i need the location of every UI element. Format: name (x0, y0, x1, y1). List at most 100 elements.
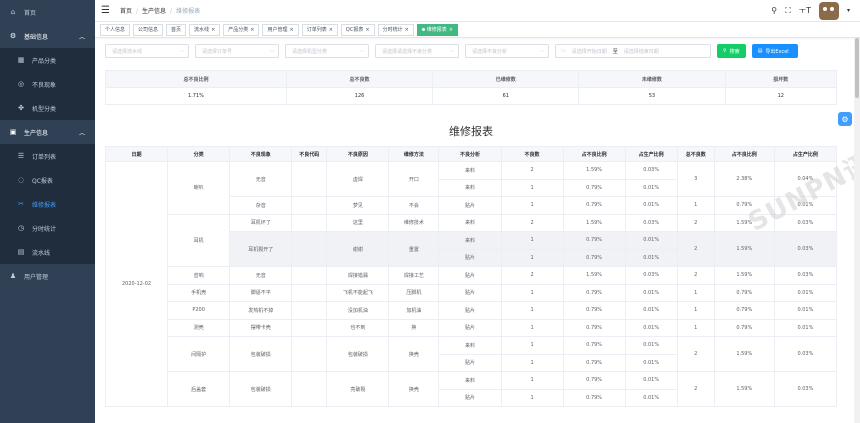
table-cell: 0.79% (562, 371, 626, 390)
line-select[interactable]: 请选择流水线 ⌵ (105, 44, 189, 58)
active-dot-icon (421, 28, 425, 31)
close-icon[interactable]: × (211, 27, 215, 33)
table-cell: 无音 (229, 161, 293, 197)
close-icon[interactable]: × (449, 27, 453, 33)
sidebar-item-production[interactable]: ▣ 生产信息 ︿ (0, 120, 95, 144)
tab-7[interactable]: QC报表 × (340, 23, 375, 36)
table-cell (291, 301, 328, 320)
defect-category-select[interactable]: 请选择请选择不良分类 ⌵ (375, 44, 459, 58)
settings-float-button[interactable]: ⚙ (838, 112, 852, 126)
circle-icon: ◎ (17, 80, 25, 88)
summary-value-cell: 126 (285, 87, 434, 105)
sidebar-item-product-category[interactable]: ▦ 产品分类 (0, 48, 95, 72)
close-icon[interactable]: × (250, 27, 254, 33)
avatar[interactable] (818, 1, 839, 20)
chevron-down-icon: ⌵ (450, 48, 454, 54)
table-cell: 0.03% (624, 213, 678, 232)
search-button[interactable]: ⚲ 搜索 (717, 44, 746, 58)
table-cell: 0.01% (624, 283, 678, 302)
tab-5[interactable]: 用户管理 × (262, 23, 299, 36)
sidebar-item-home[interactable]: ⌂ 首页 (0, 0, 95, 24)
sidebar-item-assembly-line[interactable]: ▤ 流水线 (0, 240, 95, 264)
column-header: 总不良数 (676, 146, 715, 162)
home-icon: ⌂ (10, 8, 16, 16)
table-cell: 贴片 (438, 353, 502, 372)
sidebar-item-basic[interactable]: ⚙ 基础信息 ︿ (0, 24, 95, 48)
summary-header-row: 总不良比例 总不良数 已维修数 未维修数 损坏数 (105, 70, 838, 88)
sidebar-item-orders[interactable]: ☰ 订单列表 (0, 144, 95, 168)
table-cell: 贴片 (438, 388, 502, 407)
table-cell: 1.59% (562, 266, 626, 285)
tab-6[interactable]: 订单列表 × (301, 23, 338, 36)
summary-value-cell: 61 (432, 87, 580, 105)
tab-0[interactable]: 个人信息 (100, 23, 131, 36)
column-header: 占不良比例 (713, 146, 775, 162)
table-cell: 1 (500, 388, 564, 407)
table-cell: 耳机坏了 (229, 213, 293, 232)
breadcrumb-home[interactable]: 首页 (120, 8, 132, 15)
sidebar-item-label: 不良现象 (32, 81, 57, 89)
sidebar: ⌂ 首页 ⚙ 基础信息 ︿ ▦ 产品分类 ◎ 不良现象 ✤ 机型分类 ▣ 生产信… (0, 0, 95, 423)
defect-analysis-select[interactable]: 请选择不良分析 ⌵ (465, 44, 549, 58)
table-cell (291, 266, 328, 285)
navbar-right: ⚲ ⛶ ㅜT ▾ (771, 1, 860, 20)
sidebar-item-user-management[interactable]: ♟ 用户管理 (0, 264, 95, 288)
tags-view: 个人信息 公司信息 首页 流水线 × 产品分类 × 用户管理 × 订单列表 × QC报表 × 分时统计 × 维… (95, 22, 860, 38)
close-icon[interactable]: × (365, 27, 369, 33)
table-cell: 飞机不能起飞 (326, 283, 390, 302)
close-icon[interactable]: × (290, 27, 294, 33)
table-cell (291, 283, 328, 302)
scrollbar-thumb[interactable] (855, 38, 859, 98)
date-range-picker[interactable]: ▭ 请选择开始日期 至 请选择结束日期 (555, 44, 711, 58)
summary-header-cell: 损坏数 (724, 70, 838, 88)
tab-label: 分时统计 (382, 27, 403, 33)
table-cell (291, 196, 328, 215)
breadcrumb-separator: / (135, 8, 139, 15)
table-cell: 摆带卡壳 (229, 318, 293, 337)
table-cell: 测壳 (167, 318, 231, 337)
chevron-down-icon[interactable]: ▾ (847, 7, 850, 14)
sidebar-item-label: 订单列表 (32, 153, 57, 161)
table-cell: 1 (500, 178, 564, 197)
table-cell: 2 (500, 161, 564, 180)
model-select[interactable]: 请选择机型分类 ⌵ (285, 44, 369, 58)
tab-2[interactable]: 首页 (166, 23, 187, 36)
table-cell: 0.03% (773, 266, 838, 285)
tab-9[interactable]: 维修报表 × (416, 23, 458, 36)
table-cell: 1.59% (562, 161, 626, 180)
table-cell: 1 (500, 336, 564, 355)
column-header: 维修方法 (388, 146, 440, 162)
tab-3[interactable]: 流水线 × (189, 23, 221, 36)
sidebar-item-time-stats[interactable]: ◷ 分时统计 (0, 216, 95, 240)
tab-label: 用户管理 (267, 27, 288, 33)
table-row: P200 发热机不掉 没加机油 加机油 贴片 1 0.79% 0.01% 1 0.79% 0.01% (106, 301, 838, 320)
table-cell: 1.59% (713, 266, 775, 285)
sidebar-item-qc-report[interactable]: ◌ QC报表 (0, 168, 95, 192)
chevron-up-icon: ︿ (78, 129, 85, 137)
font-size-icon[interactable]: ㅜT (799, 5, 811, 16)
sidebar-item-label: 基础信息 (24, 33, 49, 41)
tab-8[interactable]: 分时统计 × (377, 23, 414, 36)
order-select[interactable]: 请选择订单号 ⌵ (195, 44, 279, 58)
table-cell: 0.79% (562, 353, 626, 372)
tab-4[interactable]: 产品分类 × (223, 23, 260, 36)
export-excel-button[interactable]: ▤ 导出Excel (751, 44, 798, 58)
sidebar-item-model-category[interactable]: ✤ 机型分类 (0, 96, 95, 120)
tab-1[interactable]: 公司信息 (133, 23, 164, 36)
column-header: 占不良比例 (562, 146, 626, 162)
end-date-placeholder: 请选择结束日期 (623, 48, 659, 55)
sidebar-item-defect[interactable]: ◎ 不良现象 (0, 72, 95, 96)
table-cell: 耳机裂开了 (229, 231, 293, 267)
close-icon[interactable]: × (329, 27, 333, 33)
search-icon[interactable]: ⚲ (771, 6, 777, 15)
breadcrumb: 首页 / 生产信息 / 维修报表 (120, 6, 200, 15)
sidebar-item-repair-report[interactable]: ✂ 维修报表 (0, 192, 95, 216)
scrollbar[interactable] (854, 38, 860, 423)
table-cell: 2 (676, 371, 715, 407)
close-icon[interactable]: × (405, 27, 409, 33)
table-cell: 来料 (438, 336, 502, 355)
list-icon: ☰ (17, 152, 25, 160)
hamburger-icon[interactable]: ☰ (101, 5, 110, 16)
table-cell: 1.59% (713, 336, 775, 372)
fullscreen-icon[interactable]: ⛶ (785, 6, 791, 16)
